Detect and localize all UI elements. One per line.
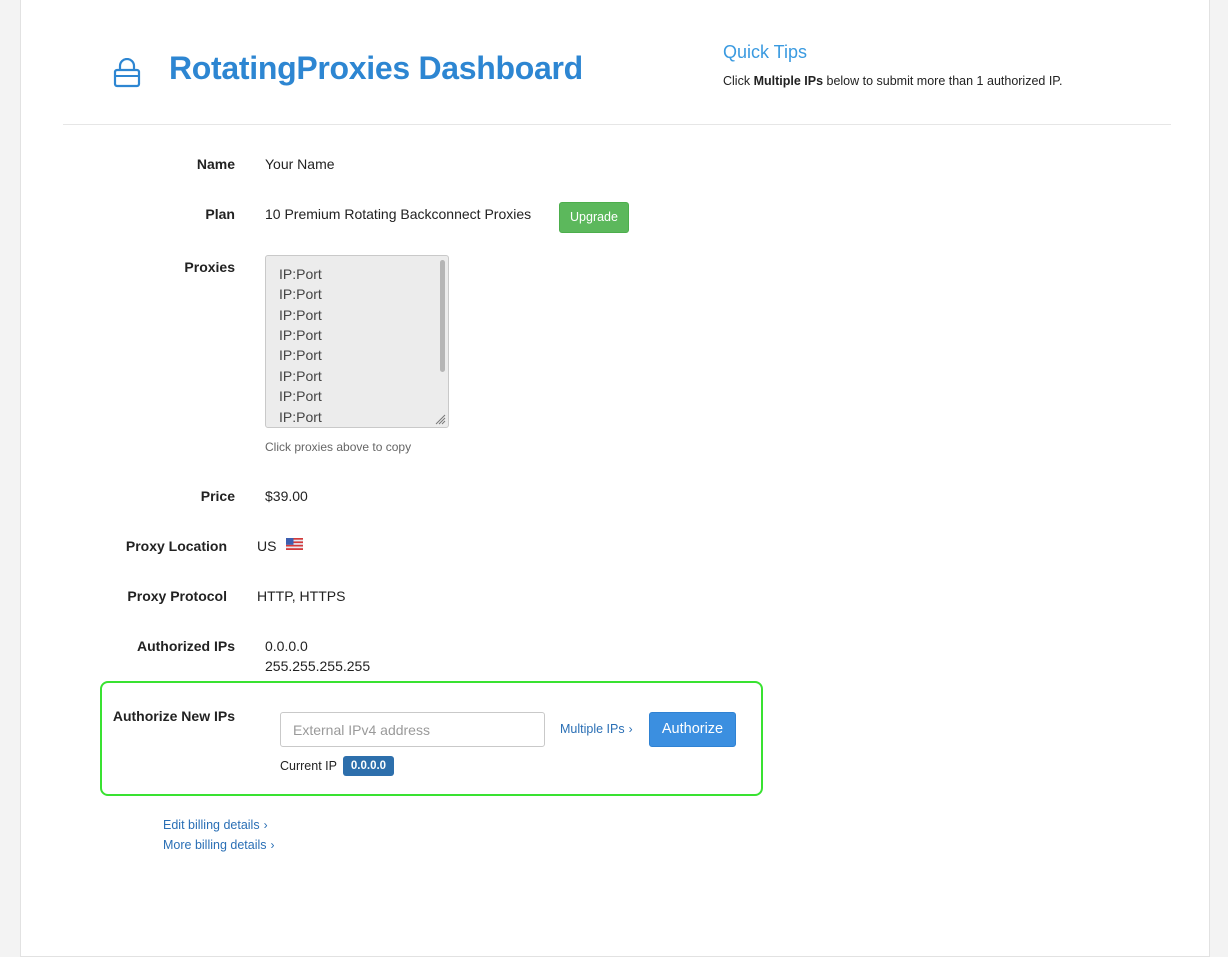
protocol-value: HTTP, HTTPS — [257, 588, 346, 604]
proxies-textarea[interactable]: IP:Port IP:Port IP:Port IP:Port IP:Port … — [265, 255, 449, 428]
proxies-label: Proxies — [184, 259, 235, 275]
proxy-item[interactable]: IP:Port — [279, 327, 322, 343]
name-value: Your Name — [265, 156, 335, 172]
proxies-scrollbar[interactable] — [440, 260, 445, 372]
authorize-button[interactable]: Authorize — [649, 712, 736, 747]
quick-tips-bold: Multiple IPs — [753, 74, 824, 88]
current-ip-label: Current IP — [280, 759, 337, 773]
current-ip-badge: 0.0.0.0 — [343, 756, 394, 776]
proxies-hint: Click proxies above to copy — [265, 440, 412, 454]
quick-tips-suffix: below to submit more than 1 authorized I… — [823, 74, 1063, 88]
chevron-right-icon: › — [263, 818, 268, 832]
price-label: Price — [200, 488, 235, 504]
location-label: Proxy Location — [125, 538, 227, 554]
proxy-item[interactable]: IP:Port — [279, 388, 322, 404]
protocol-label: Proxy Protocol — [127, 588, 227, 604]
authorized-ip-item: 255.255.255.255 — [265, 658, 371, 674]
multiple-ips-link[interactable]: Multiple IPs › — [560, 722, 633, 736]
proxy-item[interactable]: IP:Port — [279, 286, 322, 302]
page-title: RotatingProxies Dashboard — [169, 50, 583, 86]
lock-icon — [113, 58, 141, 88]
header: RotatingProxies Dashboard Quick Tips Cli… — [21, 0, 1211, 124]
ipv4-input[interactable] — [280, 712, 545, 747]
quick-tips-text: Click Multiple IPs below to submit more … — [723, 74, 1063, 88]
dashboard-card: RotatingProxies Dashboard Quick Tips Cli… — [20, 0, 1210, 957]
name-label: Name — [196, 156, 235, 172]
authorized-ips-label: Authorized IPs — [136, 638, 235, 654]
more-billing-label[interactable]: More billing details — [163, 838, 267, 852]
us-flag-icon — [286, 538, 303, 550]
location-value: US — [257, 538, 277, 554]
edit-billing-link[interactable]: Edit billing details › — [163, 818, 268, 832]
plan-value: 10 Premium Rotating Backconnect Proxies — [265, 206, 532, 222]
proxy-item[interactable]: IP:Port — [279, 266, 322, 282]
quick-tips-title: Quick Tips — [723, 42, 808, 62]
chevron-right-icon: › — [270, 838, 275, 852]
authorized-ip-item: 0.0.0.0 — [265, 638, 308, 654]
edit-billing-label[interactable]: Edit billing details — [163, 818, 260, 832]
chevron-right-icon: › — [628, 722, 633, 736]
plan-label: Plan — [205, 206, 235, 222]
header-divider — [63, 124, 1171, 125]
resize-grip-icon[interactable] — [435, 414, 446, 425]
price-value: $39.00 — [265, 488, 308, 504]
proxy-item[interactable]: IP:Port — [279, 347, 322, 363]
authorize-label: Authorize New IPs — [112, 708, 235, 724]
proxy-item[interactable]: IP:Port — [279, 368, 322, 384]
upgrade-button[interactable]: Upgrade — [559, 202, 629, 233]
proxy-item[interactable]: IP:Port — [279, 307, 322, 323]
more-billing-link[interactable]: More billing details › — [163, 838, 275, 852]
multiple-ips-label[interactable]: Multiple IPs — [560, 722, 625, 736]
proxy-item[interactable]: IP:Port — [279, 409, 322, 425]
quick-tips-prefix: Click — [723, 74, 754, 88]
